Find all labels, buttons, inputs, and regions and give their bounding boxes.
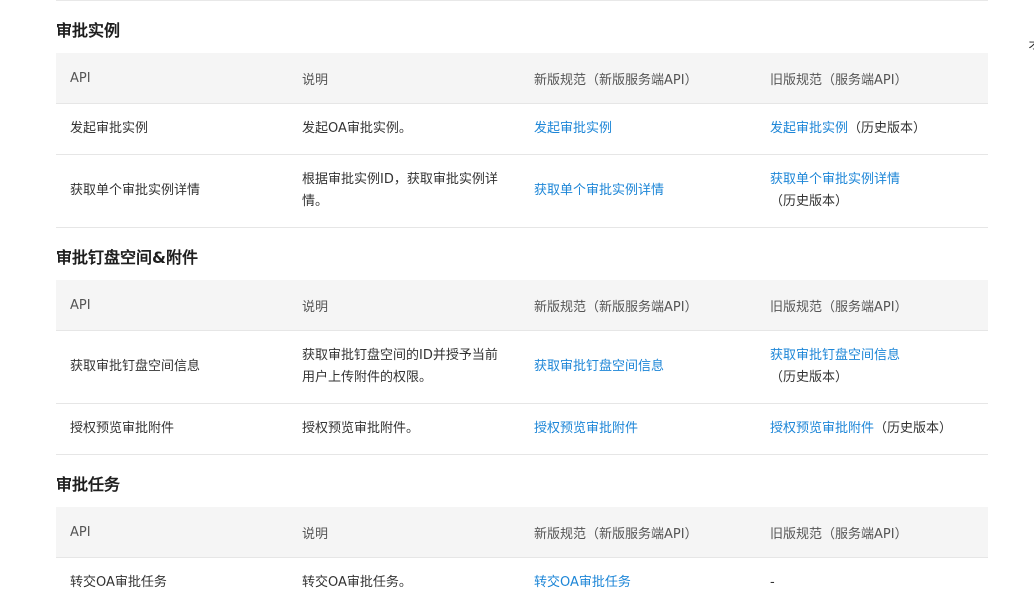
new-spec-cell: 获取单个审批实例详情 (520, 155, 756, 228)
new-spec-link[interactable]: 发起审批实例 (534, 121, 612, 136)
api-description: 发起OA审批实例。 (288, 104, 520, 155)
table-row: 获取单个审批实例详情 根据审批实例ID，获取审批实例详情。 获取单个审批实例详情… (56, 155, 988, 228)
section-title-approval-instance: 审批实例 (56, 21, 120, 41)
api-name: 授权预览审批附件 (56, 404, 288, 455)
approval-instance-table: API 说明 新版规范（新版服务端API） 旧版规范（服务端API） 发起审批实… (56, 53, 988, 228)
new-spec-cell: 转交OA审批任务 (520, 558, 756, 608)
table-row: 转交OA审批任务 转交OA审批任务。 转交OA审批任务 - (56, 558, 988, 608)
new-spec-link[interactable]: 转交OA审批任务 (534, 575, 631, 590)
header-new-spec: 新版规范（新版服务端API） (520, 507, 756, 558)
header-old-spec: 旧版规范（服务端API） (756, 280, 988, 331)
table-row: 授权预览审批附件 授权预览审批附件。 授权预览审批附件 授权预览审批附件（历史版… (56, 404, 988, 455)
header-api: API (56, 507, 288, 558)
header-description: 说明 (288, 507, 520, 558)
old-spec-cell: 获取审批钉盘空间信息 （历史版本） (756, 331, 988, 404)
header-new-spec: 新版规范（新版服务端API） (520, 53, 756, 104)
new-spec-link[interactable]: 获取审批钉盘空间信息 (534, 359, 664, 374)
top-divider (56, 0, 988, 1)
new-spec-cell: 授权预览审批附件 (520, 404, 756, 455)
approval-disk-table: API 说明 新版规范（新版服务端API） 旧版规范（服务端API） 获取审批钉… (56, 280, 988, 455)
api-name: 转交OA审批任务 (56, 558, 288, 608)
api-description: 获取审批钉盘空间的ID并授予当前用户上传附件的权限。 (288, 331, 520, 404)
old-spec-link[interactable]: 发起审批实例 (770, 121, 848, 136)
section-title-approval-disk-attachments: 审批钉盘空间&附件 (56, 248, 198, 268)
history-version-label: （历史版本） (770, 194, 848, 209)
api-name: 获取单个审批实例详情 (56, 155, 288, 228)
table-header-row: API 说明 新版规范（新版服务端API） 旧版规范（服务端API） (56, 53, 988, 104)
new-spec-cell: 获取审批钉盘空间信息 (520, 331, 756, 404)
table-row: 发起审批实例 发起OA审批实例。 发起审批实例 发起审批实例（历史版本） (56, 104, 988, 155)
old-spec-link[interactable]: 获取单个审批实例详情 (770, 172, 900, 187)
old-spec-cell: 发起审批实例（历史版本） (756, 104, 988, 155)
approval-task-table: API 说明 新版规范（新版服务端API） 旧版规范（服务端API） 转交OA审… (56, 507, 988, 608)
old-spec-link[interactable]: 获取审批钉盘空间信息 (770, 348, 900, 363)
header-old-spec: 旧版规范（服务端API） (756, 53, 988, 104)
new-spec-link[interactable]: 获取单个审批实例详情 (534, 183, 664, 198)
api-name: 发起审批实例 (56, 104, 288, 155)
header-description: 说明 (288, 53, 520, 104)
table-header-row: API 说明 新版规范（新版服务端API） 旧版规范（服务端API） (56, 507, 988, 558)
old-spec-empty: - (756, 558, 988, 608)
api-description: 转交OA审批任务。 (288, 558, 520, 608)
history-version-label: （历史版本） (848, 121, 926, 136)
header-old-spec: 旧版规范（服务端API） (756, 507, 988, 558)
old-spec-cell: 授权预览审批附件（历史版本） (756, 404, 988, 455)
history-version-label: （历史版本） (770, 370, 848, 385)
edge-glyph: オ (1028, 36, 1034, 53)
api-description: 授权预览审批附件。 (288, 404, 520, 455)
header-api: API (56, 53, 288, 104)
new-spec-cell: 发起审批实例 (520, 104, 756, 155)
history-version-label: （历史版本） (874, 421, 952, 436)
old-spec-link[interactable]: 授权预览审批附件 (770, 421, 874, 436)
header-description: 说明 (288, 280, 520, 331)
old-spec-cell: 获取单个审批实例详情 （历史版本） (756, 155, 988, 228)
table-row: 获取审批钉盘空间信息 获取审批钉盘空间的ID并授予当前用户上传附件的权限。 获取… (56, 331, 988, 404)
header-new-spec: 新版规范（新版服务端API） (520, 280, 756, 331)
new-spec-link[interactable]: 授权预览审批附件 (534, 421, 638, 436)
section-title-approval-task: 审批任务 (56, 475, 120, 495)
header-api: API (56, 280, 288, 331)
table-header-row: API 说明 新版规范（新版服务端API） 旧版规范（服务端API） (56, 280, 988, 331)
api-name: 获取审批钉盘空间信息 (56, 331, 288, 404)
api-description: 根据审批实例ID，获取审批实例详情。 (288, 155, 520, 228)
